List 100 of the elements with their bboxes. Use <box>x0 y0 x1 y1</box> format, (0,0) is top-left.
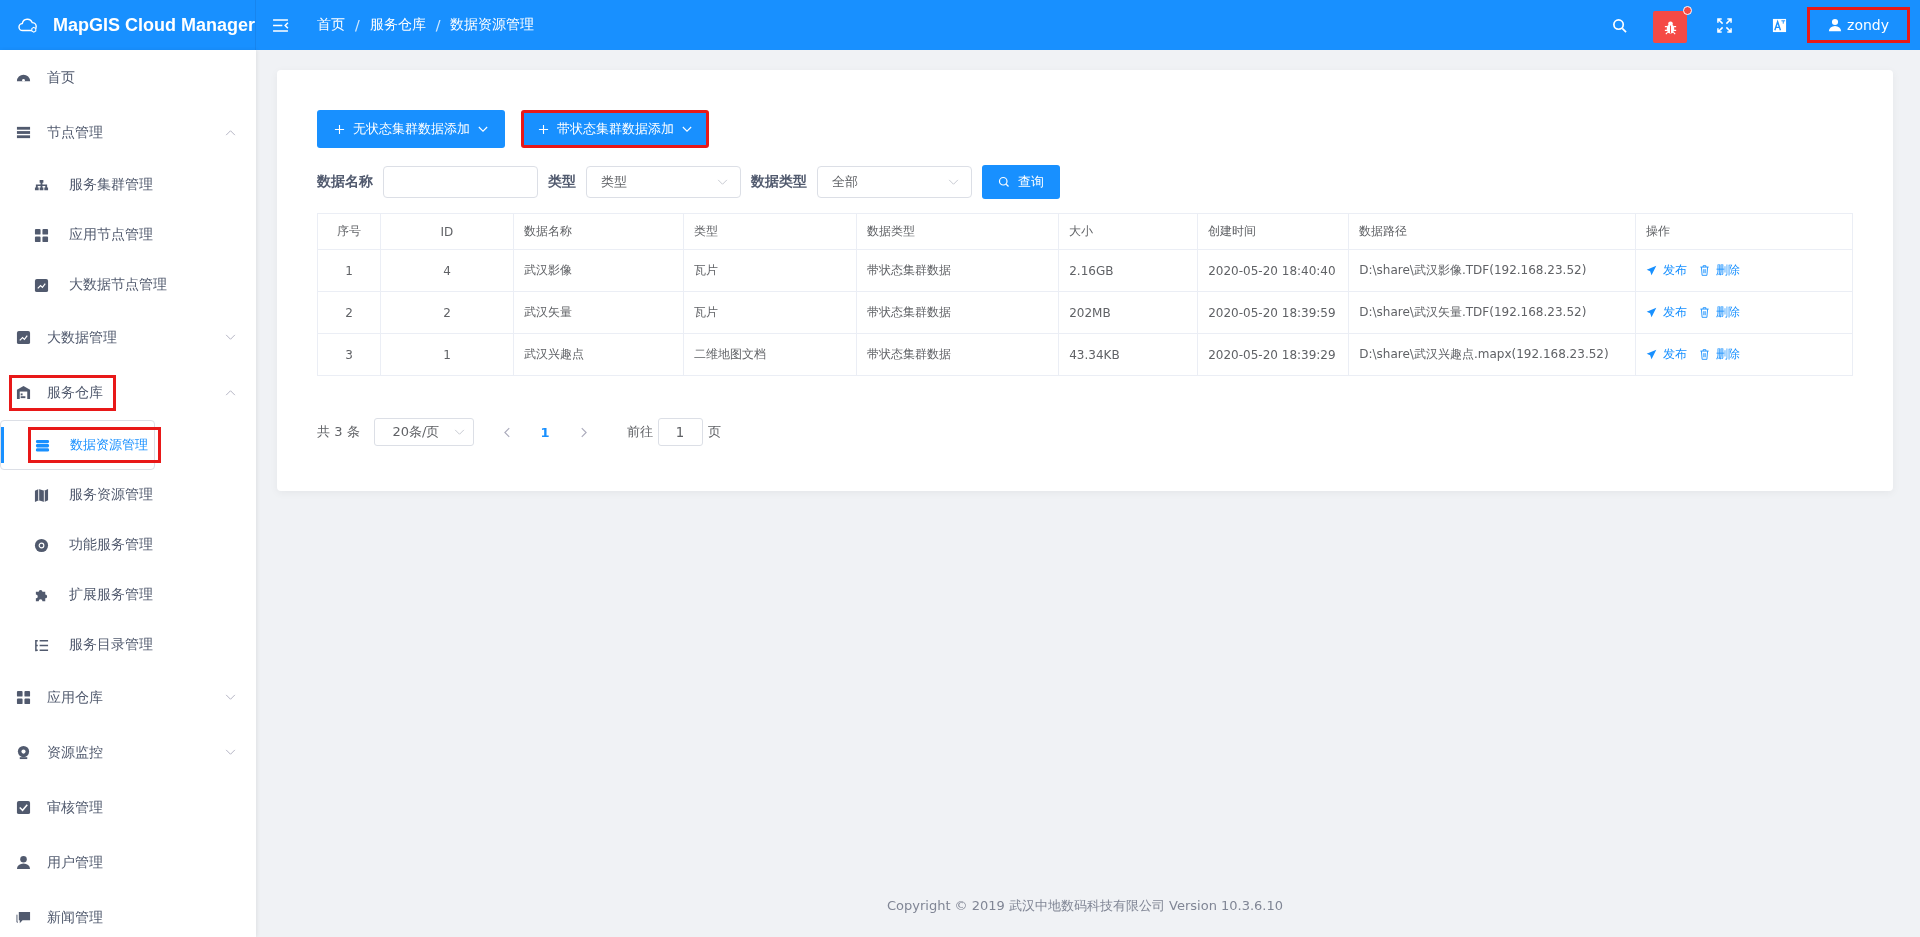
column-header: 序号 <box>336 224 361 238</box>
table-cell: 二维地图文档 <box>693 347 766 361</box>
plus-icon <box>538 123 549 135</box>
table-cell: 带状态集群数据 <box>867 347 952 361</box>
publish-link[interactable]: 发布 <box>1645 304 1687 321</box>
checklist-icon <box>16 800 31 815</box>
prev-page-icon[interactable] <box>503 426 511 438</box>
filter-label: 类型 <box>548 173 576 191</box>
chevron-down-icon <box>225 334 236 341</box>
bug-button[interactable] <box>1653 11 1688 43</box>
sidebar-item[interactable]: 扩展服务管理 <box>0 570 256 620</box>
data-type-select[interactable]: 全部 <box>817 166 972 198</box>
breadcrumb-separator: / <box>355 17 360 33</box>
translate-icon[interactable] <box>1772 17 1788 33</box>
send-icon <box>1645 265 1657 276</box>
table-cell: 4 <box>443 263 451 278</box>
sidebar-item[interactable]: 服务资源管理 <box>0 470 256 520</box>
chat-icon <box>16 910 31 925</box>
column-header: 类型 <box>693 224 718 238</box>
filter-label: 数据名称 <box>317 173 373 191</box>
table-cell: 武汉兴趣点 <box>524 347 584 361</box>
user-icon <box>16 855 31 870</box>
total-count: 共 3 条 <box>317 423 360 441</box>
table-cell: 3 <box>345 347 353 362</box>
table-cell: 瓦片 <box>693 263 718 277</box>
sidebar-item[interactable]: 功能服务管理 <box>0 520 256 570</box>
column-header: 数据路径 <box>1359 224 1408 238</box>
chevron-up-icon <box>225 389 236 396</box>
sidebar-item[interactable]: 应用仓库 <box>0 670 256 725</box>
page-input[interactable]: 1 <box>657 418 703 446</box>
caret-icon <box>478 125 488 133</box>
table-cell: 带状态集群数据 <box>867 263 952 277</box>
sidebar-item[interactable]: 节点管理 <box>0 105 256 160</box>
column-header: ID <box>440 224 454 239</box>
fullscreen-icon[interactable] <box>1717 17 1733 33</box>
database-icon <box>35 437 50 453</box>
sidebar-item[interactable]: 服务目录管理 <box>0 620 256 670</box>
sidebar-item[interactable]: 大数据节点管理 <box>0 260 256 310</box>
column-header: 大小 <box>1069 224 1094 238</box>
sidebar-item[interactable]: 资源监控 <box>0 725 256 780</box>
send-icon <box>1645 307 1657 318</box>
table-cell: 202MB <box>1069 305 1111 320</box>
server-icon <box>16 125 31 140</box>
trash-icon <box>1698 307 1710 318</box>
copyright-text: Copyright © 2019 武汉中地数码科技有限公司 Version 10.3.6.10 <box>885 897 1285 915</box>
table-cell: 43.34KB <box>1069 347 1120 362</box>
chevron-down-icon <box>948 178 959 186</box>
search-icon[interactable] <box>1612 17 1628 33</box>
column-header: 数据类型 <box>867 224 916 238</box>
puzzle-icon <box>34 587 49 603</box>
table-cell: 1 <box>345 263 353 278</box>
table-cell: 武汉影像 <box>524 263 572 277</box>
filter-label: 数据类型 <box>751 173 807 191</box>
sidebar-item[interactable]: 服务集群管理 <box>0 160 256 210</box>
page-size-select[interactable]: 20条/页 <box>373 418 474 446</box>
delete-link[interactable]: 删除 <box>1698 346 1740 363</box>
bug-icon <box>1662 19 1678 35</box>
table-cell: 2.16GB <box>1069 263 1114 278</box>
menu-fold-icon[interactable] <box>272 18 289 32</box>
chevron-down-icon <box>717 178 728 186</box>
delete-link[interactable]: 删除 <box>1698 304 1740 321</box>
sidebar-item[interactable]: 首页 <box>0 50 256 105</box>
aperture-icon <box>34 537 49 553</box>
sitemap-icon <box>34 177 49 193</box>
warehouse-icon <box>16 385 31 400</box>
column-header: 数据名称 <box>524 224 572 238</box>
chevron-down-icon <box>225 749 236 756</box>
name-input[interactable] <box>383 166 538 198</box>
grid-icon <box>34 227 49 243</box>
highlight-frame: 数据资源管理 <box>28 427 161 463</box>
publish-link[interactable]: 发布 <box>1645 262 1687 279</box>
publish-link[interactable]: 发布 <box>1645 346 1687 363</box>
sidebar-item[interactable]: 应用节点管理 <box>0 210 256 260</box>
sidebar-item[interactable]: 服务仓库 <box>0 365 256 420</box>
sidebar-item[interactable]: 审核管理 <box>0 780 256 835</box>
table-cell: 瓦片 <box>693 305 718 319</box>
app-title: MapGIS Cloud Manager <box>52 14 255 36</box>
type-select[interactable]: 类型 <box>586 166 741 198</box>
table-cell: 带状态集群数据 <box>867 305 952 319</box>
chevron-up-icon <box>225 129 236 136</box>
sidebar-item[interactable]: 新闻管理 <box>0 890 256 937</box>
map-icon <box>34 487 49 503</box>
table-cell: 2020-05-20 18:39:29 <box>1208 347 1336 362</box>
delete-link[interactable]: 删除 <box>1698 262 1740 279</box>
caret-icon <box>682 125 692 133</box>
page-suffix: 页 <box>707 423 721 441</box>
next-page-icon[interactable] <box>579 426 587 438</box>
table-cell: 2020-05-20 18:39:59 <box>1208 305 1336 320</box>
sidebar-item[interactable]: 用户管理 <box>0 835 256 890</box>
webcam-icon <box>16 745 31 760</box>
sidebar-item[interactable]: 大数据管理 <box>0 310 256 365</box>
table-cell: 2020-05-20 18:40:40 <box>1208 263 1336 278</box>
trash-icon <box>1698 349 1710 360</box>
send-icon <box>1645 349 1657 360</box>
grid-icon <box>16 690 31 705</box>
table-cell: 武汉矢量 <box>524 305 572 319</box>
search-icon <box>998 176 1010 188</box>
chevron-down-icon <box>453 428 465 436</box>
highlight-frame: 服务仓库 <box>9 374 116 411</box>
chart-icon <box>34 277 49 293</box>
